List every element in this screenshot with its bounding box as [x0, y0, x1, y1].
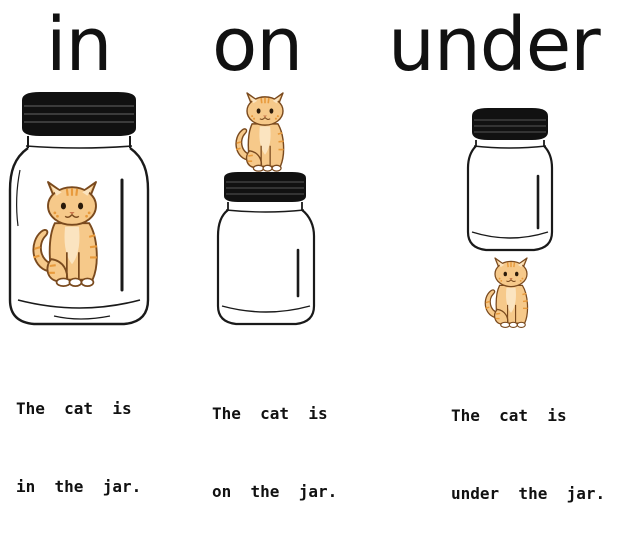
caption-in: The cat is in the jar. — [16, 344, 141, 526]
caption-in-line2: in the jar. — [16, 477, 142, 496]
caption-under-line1: The cat is — [451, 406, 567, 425]
caption-on-line2: on the jar. — [212, 482, 338, 501]
cat-on-icon — [235, 92, 285, 173]
caption-under: The cat is under the jar. — [451, 351, 605, 533]
cat-in-icon — [32, 180, 99, 288]
caption-in-line1: The cat is — [16, 399, 132, 418]
jar-under-icon — [466, 108, 554, 252]
caption-under-line2: under the jar. — [451, 484, 606, 503]
caption-on-line1: The cat is — [212, 404, 328, 423]
caption-on: The cat is on the jar. — [212, 349, 337, 531]
cat-under-icon — [484, 257, 529, 329]
jar-on-icon — [216, 172, 316, 326]
